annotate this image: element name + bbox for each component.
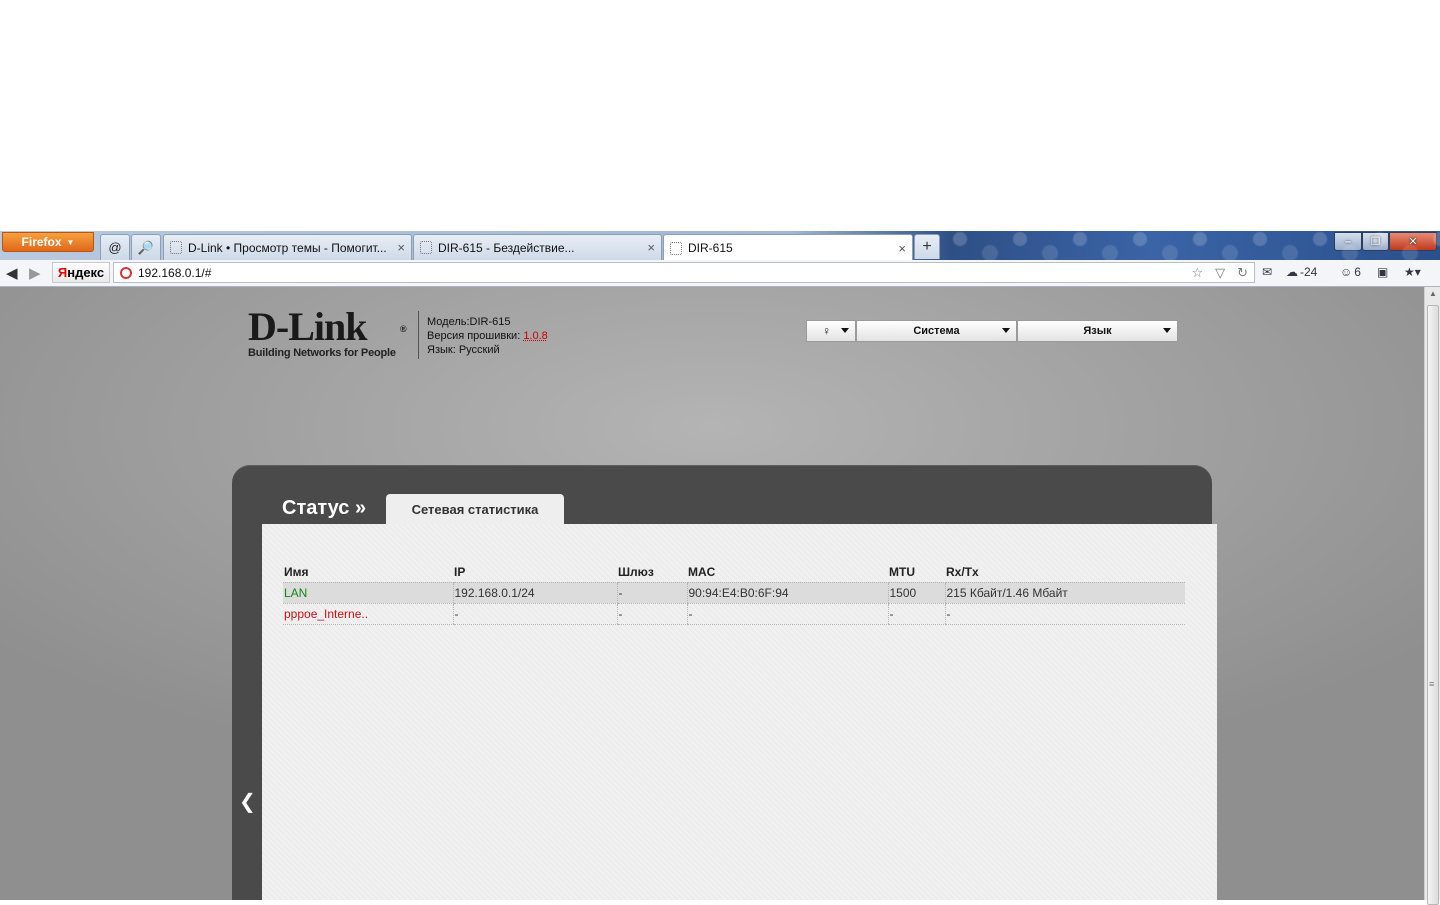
caret-down-icon	[1002, 328, 1010, 333]
column-header-mac: MAC	[687, 562, 888, 582]
close-icon[interactable]: ×	[397, 240, 405, 255]
firmware-version-link[interactable]: 1.0.8	[523, 330, 547, 342]
tab-title: D-Link • Просмотр темы - Помогит...	[188, 241, 391, 255]
section-title[interactable]: Статус »	[282, 497, 366, 520]
firmware-line: Версия прошивки: 1.0.8	[427, 329, 548, 343]
column-header-mtu: MTU	[888, 562, 945, 582]
firefox-menu-button[interactable]: Firefox ▼	[2, 232, 94, 252]
navigation-bar: ◀ ▶ Яндекс 192.168.0.1/# ☆ ▽ ↻ ✉ ☁ -24 ☺…	[0, 260, 1440, 287]
network-statistics-table: Имя IP Шлюз MAC MTU Rx/Tx LAN 192.168.0.…	[283, 562, 1185, 625]
minimize-button[interactable]: –	[1334, 232, 1362, 251]
page-icon	[420, 241, 432, 254]
tab-title: DIR-615 - Бездействие...	[438, 241, 641, 255]
chevron-down-icon: ▼	[67, 238, 75, 247]
restore-button[interactable]: ❐	[1362, 232, 1389, 251]
top-menu-bar: ♀ Система Язык	[806, 320, 1178, 342]
registered-mark: ®	[400, 311, 406, 347]
column-header-rxtx: Rx/Tx	[945, 562, 1185, 582]
device-info: Модель:DIR-615 Версия прошивки: 1.0.8 Яз…	[427, 315, 548, 357]
yandex-rest-letters: ндекс	[67, 265, 104, 280]
caret-down-icon	[841, 328, 849, 333]
router-web-page: D-Link ® Building Networks for People Мод…	[0, 287, 1424, 900]
yandex-search-button[interactable]: Яндекс	[52, 262, 110, 283]
scroll-up-icon[interactable]: ▲	[1429, 289, 1437, 298]
interface-ip: 192.168.0.1/24	[453, 582, 617, 603]
tab-network-statistics[interactable]: Сетевая статистика	[386, 494, 564, 524]
interface-gateway: -	[617, 603, 687, 624]
bookmarks-menu-icon[interactable]: ★▾	[1404, 265, 1421, 279]
logo-separator	[418, 311, 419, 359]
language-menu-button[interactable]: Язык	[1017, 320, 1178, 342]
bookmark-star-icon[interactable]: ☆	[1191, 265, 1203, 281]
history-dropdown-icon[interactable]: ▽	[1215, 265, 1225, 281]
interface-name[interactable]: LAN	[283, 582, 453, 603]
column-header-ip: IP	[453, 562, 617, 582]
interface-mtu: 1500	[888, 582, 945, 603]
weather-temperature: -24	[1300, 265, 1317, 279]
vertical-scrollbar[interactable]: ▲ ≡	[1424, 287, 1440, 900]
logo-brand: D-Link ®	[248, 309, 410, 345]
page-icon	[170, 241, 182, 254]
address-bar[interactable]: 192.168.0.1/# ☆ ▽ ↻	[113, 262, 1255, 283]
language-menu-label: Язык	[1083, 325, 1111, 337]
weather-widget[interactable]: ☁ -24	[1286, 265, 1317, 279]
address-url[interactable]: 192.168.0.1/#	[138, 266, 1185, 280]
interface-gateway: -	[617, 582, 687, 603]
site-identity-icon	[120, 267, 132, 279]
magnifier-icon: 🔎	[138, 240, 154, 256]
column-header-gateway: Шлюз	[617, 562, 687, 582]
back-arrow-icon[interactable]: ◀	[6, 264, 18, 282]
page-icon	[670, 242, 682, 255]
scrollbar-grip-icon: ≡	[1429, 679, 1434, 689]
dlink-logo: D-Link ® Building Networks for People	[248, 309, 410, 359]
table-header-row: Имя IP Шлюз MAC MTU Rx/Tx	[283, 562, 1185, 582]
system-menu-button[interactable]: Система	[856, 320, 1017, 342]
tab-title: DIR-615	[688, 241, 892, 255]
lightbulb-icon: ♀	[822, 324, 831, 338]
yandex-first-letter: Я	[58, 265, 67, 280]
table-row[interactable]: pppoe_Interne.. - - - - -	[283, 603, 1185, 624]
firefox-menu-label: Firefox	[22, 235, 62, 249]
notifications-count: 6	[1354, 265, 1361, 279]
collapse-sidebar-arrow-icon[interactable]: ❮	[239, 789, 256, 814]
interface-mtu: -	[888, 603, 945, 624]
forward-arrow-icon[interactable]: ▶	[29, 264, 41, 282]
tab-dir615-active[interactable]: DIR-615 ×	[663, 234, 913, 261]
notifications-widget[interactable]: ☺ 6	[1340, 265, 1361, 279]
interface-rxtx: 215 Кбайт/1.46 Мбайт	[945, 582, 1185, 603]
interface-mac: 90:94:E4:B0:6F:94	[687, 582, 888, 603]
tab-dir615-idle[interactable]: DIR-615 - Бездействие... ×	[413, 234, 662, 260]
browser-chrome: Firefox ▼ @ 🔎 D-Link • Просмотр темы - П…	[0, 231, 1440, 287]
system-menu-label: Система	[913, 325, 959, 337]
notification-bell-icon: ☺	[1340, 265, 1352, 279]
new-tab-button[interactable]: +	[914, 234, 940, 259]
scrollbar-thumb[interactable]	[1427, 305, 1439, 905]
tab-dlink-forum[interactable]: D-Link • Просмотр темы - Помогит... ×	[163, 234, 412, 260]
interface-ip: -	[453, 603, 617, 624]
model-line: Модель:DIR-615	[427, 315, 548, 329]
cloud-sun-icon: ☁	[1286, 265, 1298, 279]
pinned-tab-mail[interactable]: @	[100, 234, 130, 260]
tips-menu-button[interactable]: ♀	[806, 320, 856, 342]
language-line: Язык: Русский	[427, 343, 548, 357]
close-icon[interactable]: ×	[647, 240, 655, 255]
column-header-name: Имя	[283, 562, 453, 582]
reload-icon[interactable]: ↻	[1237, 265, 1248, 281]
window-close-button[interactable]: ✕	[1389, 232, 1437, 251]
pinned-tab-search[interactable]: 🔎	[131, 234, 161, 260]
tab-strip: Firefox ▼ @ 🔎 D-Link • Просмотр темы - П…	[0, 231, 1440, 260]
addon-icon[interactable]: ▣	[1377, 265, 1388, 279]
caret-down-icon	[1163, 328, 1171, 333]
interface-rxtx: -	[945, 603, 1185, 624]
table-row[interactable]: LAN 192.168.0.1/24 - 90:94:E4:B0:6F:94 1…	[283, 582, 1185, 603]
mail-at-icon: @	[108, 240, 121, 255]
close-icon[interactable]: ×	[898, 241, 906, 256]
mail-icon[interactable]: ✉	[1262, 265, 1272, 279]
interface-name[interactable]: pppoe_Interne..	[283, 603, 453, 624]
interface-mac: -	[687, 603, 888, 624]
